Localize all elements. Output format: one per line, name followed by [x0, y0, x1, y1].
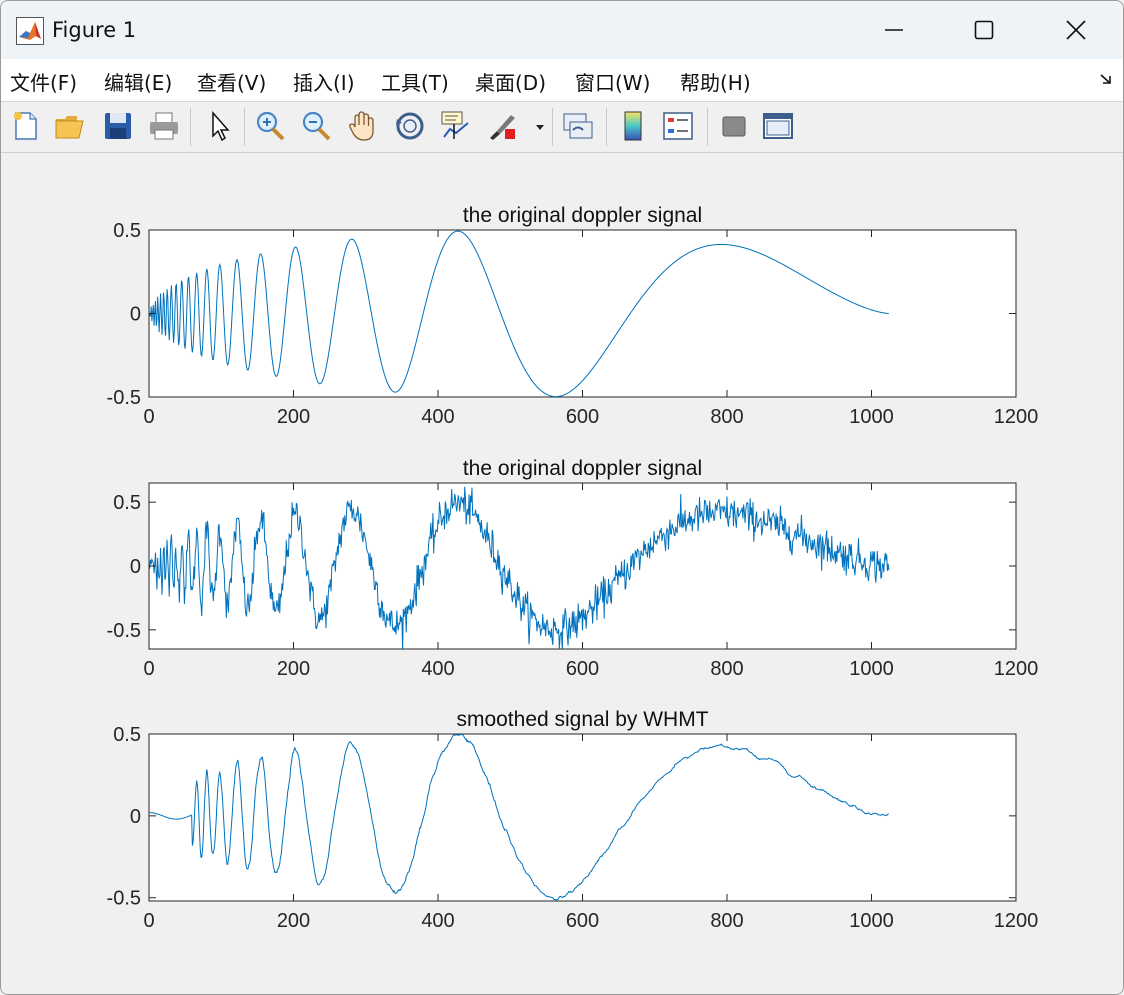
hide-plot-tools-icon[interactable] [717, 109, 751, 143]
x-tick-label: 200 [277, 406, 310, 428]
brush-dropdown-icon[interactable] [535, 124, 545, 132]
dock-arrow-icon[interactable] [1099, 72, 1113, 86]
plots-svg: 0 200 400 600 800 1000 1200-0.500.5the origina… [107, 204, 1039, 932]
link-plot-icon[interactable] [561, 109, 595, 143]
subplot-3[interactable]: 0 200 400 600 800 1000 1200-0.500.5smoothed si… [107, 708, 1039, 932]
matlab-logo-icon [16, 17, 44, 45]
print-icon[interactable] [147, 109, 181, 143]
close-button[interactable] [1031, 1, 1121, 59]
figure-window: Figure 1 文件(F) 编辑(E) 查看(V) 插入(I) 工具(T) 桌… [0, 0, 1124, 995]
x-tick-label: 400 [421, 910, 454, 932]
figure-canvas: 0 200 400 600 800 1000 1200 -0.5 0 0.5 the origina… [1, 153, 1123, 994]
plot-title: the original doppler signal [463, 457, 702, 480]
y-tick-label: 0.5 [113, 220, 141, 242]
save-icon[interactable] [101, 109, 135, 143]
y-tick-label: 0.5 [113, 492, 141, 514]
zoom-in-icon[interactable] [253, 109, 287, 143]
x-tick-label: 200 [277, 658, 310, 680]
toolbar-separator [707, 108, 708, 146]
maximize-icon [974, 20, 994, 40]
menu-help[interactable]: 帮助(H) [680, 67, 751, 96]
axes-box [148, 733, 1017, 902]
menu-file[interactable]: 文件(F) [10, 67, 77, 96]
y-tick-label: 0.5 [113, 724, 141, 746]
new-figure-icon[interactable] [9, 109, 43, 143]
open-file-icon[interactable] [53, 109, 87, 143]
x-tick-label: 800 [710, 910, 743, 932]
x-tick-label: 1000 [849, 406, 894, 428]
figure-toolbar [1, 102, 1123, 153]
x-tick-label: 1200 [994, 406, 1039, 428]
show-plot-tools-icon[interactable] [761, 109, 795, 143]
minimize-icon [885, 29, 903, 31]
title-bar[interactable]: Figure 1 [1, 1, 1123, 59]
zoom-out-icon[interactable] [299, 109, 333, 143]
menu-tools[interactable]: 工具(T) [381, 67, 449, 96]
maximize-button[interactable] [939, 1, 1029, 59]
menu-insert[interactable]: 插入(I) [293, 67, 355, 96]
x-tick-label: 0 [143, 910, 154, 932]
y-tick-label: 0 [130, 556, 141, 578]
x-tick-label: 600 [566, 910, 599, 932]
y-tick-label: -0.5 [107, 620, 141, 642]
plot-title: the original doppler signal [463, 204, 702, 227]
x-tick-label: 200 [277, 910, 310, 932]
close-icon [1066, 20, 1086, 40]
window-title: Figure 1 [52, 18, 137, 42]
x-tick-label: 800 [710, 658, 743, 680]
legend-icon[interactable] [661, 109, 695, 143]
edit-plot-arrow-icon[interactable] [203, 109, 237, 143]
rotate-3d-icon[interactable] [393, 109, 427, 143]
subplot-2[interactable]: 0 200 400 600 800 1000 1200-0.500.5the origina… [107, 457, 1039, 680]
x-tick-label: 0 [143, 406, 154, 428]
toolbar-separator [552, 108, 553, 146]
y-tick-label: -0.5 [107, 387, 141, 409]
menu-edit[interactable]: 编辑(E) [104, 67, 172, 96]
plot-title: smoothed signal by WHMT [456, 708, 708, 731]
toolbar-separator [606, 108, 607, 146]
x-tick-label: 1200 [994, 658, 1039, 680]
subplot-1[interactable]: 0 200 400 600 800 1000 1200-0.500.5the origina… [107, 204, 1039, 428]
data-cursor-icon[interactable] [438, 109, 472, 143]
x-tick-label: 1000 [849, 658, 894, 680]
pan-hand-icon[interactable] [346, 109, 380, 143]
minimize-button[interactable] [849, 1, 939, 59]
x-tick-label: 0 [143, 658, 154, 680]
x-tick-label: 800 [710, 406, 743, 428]
y-tick-label: 0 [130, 304, 141, 326]
x-tick-label: 600 [566, 406, 599, 428]
y-tick-label: 0 [130, 806, 141, 828]
x-tick-label: 1000 [849, 910, 894, 932]
menu-bar: 文件(F) 编辑(E) 查看(V) 插入(I) 工具(T) 桌面(D) 窗口(W… [1, 59, 1123, 102]
x-tick-label: 400 [421, 658, 454, 680]
menu-window[interactable]: 窗口(W) [575, 67, 650, 96]
x-tick-label: 600 [566, 658, 599, 680]
toolbar-separator [244, 108, 245, 146]
toolbar-separator [190, 108, 191, 146]
y-tick-label: -0.5 [107, 888, 141, 910]
x-tick-label: 400 [421, 406, 454, 428]
menu-desktop[interactable]: 桌面(D) [475, 67, 546, 96]
menu-view[interactable]: 查看(V) [197, 67, 266, 96]
colorbar-icon[interactable] [616, 109, 650, 143]
brush-icon[interactable] [485, 109, 519, 143]
x-tick-label: 1200 [994, 910, 1039, 932]
